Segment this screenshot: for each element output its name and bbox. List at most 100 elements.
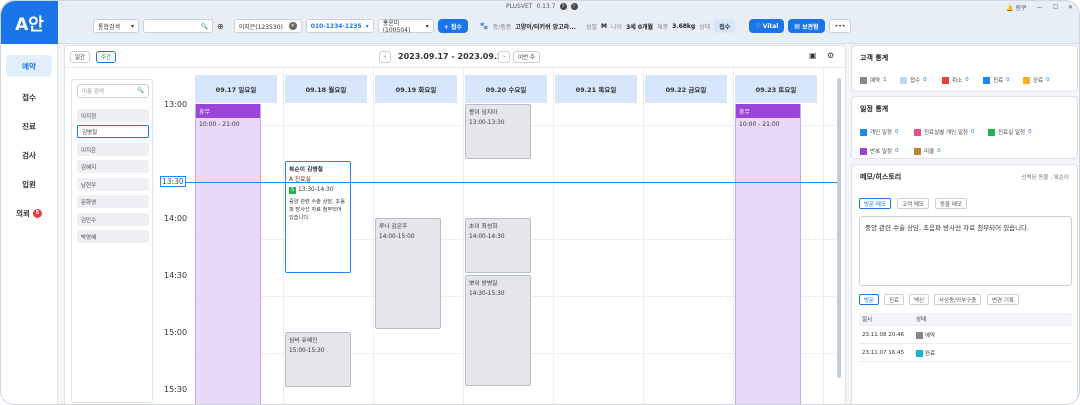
holiday-block[interactable]: 휴무 10:00 - 21:00 (195, 104, 261, 404)
user-menu-label: 원쿠 (1015, 5, 1027, 12)
prev-week-button[interactable]: ‹ (379, 51, 392, 63)
recall-swatch (914, 147, 921, 155)
chevron-down-icon: ▾ (425, 22, 429, 30)
tab-animal-memo[interactable]: 동물 메모 (935, 198, 967, 209)
print-icon[interactable]: ▣ (809, 51, 817, 60)
appointment-title: 심바 유혜진 (289, 338, 318, 344)
day-header: 09.22 금요일 (645, 75, 727, 103)
row-status: 완료 (916, 349, 935, 357)
status-swatch (916, 331, 923, 339)
reserved-swatch (860, 76, 867, 84)
list-item[interactable]: 이지정 (77, 109, 149, 122)
current-time-label: 13:30 (160, 176, 186, 187)
maximize-icon[interactable]: ☐ (1053, 4, 1058, 11)
appointment-card[interactable]: 심바 유혜진 15:00-15:30 (285, 332, 351, 387)
clear-icon[interactable]: ✕ (288, 22, 297, 30)
tab-history-changes[interactable]: 변경 기록 (987, 294, 1019, 305)
age-label: 나이 (611, 23, 623, 31)
search-icon[interactable]: 🔍 (201, 23, 208, 30)
status-badge: 접수 (714, 19, 736, 33)
day-header: 09.17 일요일 (195, 75, 277, 103)
sidebar-item-exam[interactable]: 검사 (1, 141, 57, 170)
appointment-card[interactable]: 몽이 임지아 13:00-13:30 (465, 104, 531, 159)
appointment-title: 뽀이 방병일 (469, 281, 498, 287)
table-row[interactable]: 23.11.08 20:46 예약 (859, 326, 1072, 344)
list-item[interactable]: 김민수 (77, 213, 149, 226)
stat-item: 반복 일정 0 (860, 147, 899, 155)
day-header: 09.21 목요일 (555, 75, 637, 103)
list-item[interactable]: 박영혜 (77, 230, 149, 243)
memo-textarea[interactable]: 중양 관련 수술 상담, 초음파 방사선 자료 첨부되어 있습니다. (859, 216, 1072, 286)
tab-history-treatment[interactable]: 진료 (884, 294, 905, 305)
paw-icon: 🐾 (479, 22, 489, 30)
minimize-icon[interactable]: — (1037, 4, 1043, 11)
appointment-title: 초이 최성희 (469, 224, 498, 230)
personal-swatch (860, 128, 867, 136)
appointment-card[interactable]: 뽀이 방병일 14:30-15:30 (465, 275, 531, 386)
tab-visit-memo[interactable]: 방문 메모 (859, 198, 891, 209)
week-calendar: 13:00 14:00 14:30 15:00 15:30 09.17 일요일 … (160, 68, 837, 404)
room-badge: S (289, 187, 296, 194)
calendar-scrollbar[interactable] (837, 78, 841, 378)
help-icon[interactable]: ? (559, 3, 567, 10)
sidebar-item-treatment[interactable]: 진료 (1, 112, 57, 141)
phone-select[interactable]: 010-1234-1235 ▾ (305, 19, 374, 33)
row-date: 23.11.07 16:45 (862, 349, 905, 356)
tab-history-vaccine[interactable]: 백신 (909, 294, 930, 305)
list-item[interactable]: 이지은 (77, 143, 149, 156)
close-icon[interactable]: ✕ (1068, 4, 1073, 11)
patient-field[interactable]: 이지은(123530) ✕ (233, 19, 302, 33)
holiday-time: 10:00 - 21:00 (199, 121, 240, 128)
tab-history-visit[interactable]: 방문 (859, 294, 880, 305)
storage-label: 보관함 (802, 23, 819, 31)
brand-name: PLUSVET (506, 3, 533, 10)
sidebar-item-label: 의뢰 (16, 209, 30, 218)
weight-value: 3.68kg (672, 22, 696, 30)
appointment-card-selected[interactable]: 복순이 김병철 A 진료실 S 13:30-14:30 중양 관련 수술 상담, … (285, 161, 351, 273)
storage-button[interactable]: ▤ 보관함 (788, 19, 825, 33)
cancel-swatch (942, 76, 949, 84)
stat-count: 0 (1006, 77, 1010, 83)
row-status: 예약 (916, 331, 935, 339)
search-input[interactable]: 🔍 (143, 19, 213, 33)
user-menu[interactable]: 🔔 원쿠 (1006, 3, 1026, 12)
vital-button[interactable]: ♡ Vital (749, 19, 785, 33)
tab-customer-memo[interactable]: 고객 메모 (897, 198, 929, 209)
patient-card-icon[interactable]: ⊕ (217, 22, 224, 31)
info-icon[interactable]: ! (570, 3, 578, 10)
stat-label: 완료 (1033, 78, 1044, 84)
stat-label: 예약 (870, 78, 881, 84)
sidebar-item-admission[interactable]: 입원 (1, 170, 57, 199)
tab-history-parasite[interactable]: 사상충/외부구충 (934, 294, 982, 305)
name-search-input[interactable]: 이름 검색 🔍 (77, 84, 149, 98)
schedule-toolbar: 일간 주간 ‹ 2023.09.17 - 2023.09.23 › 이번 주 ▣… (65, 46, 847, 68)
doctor-select[interactable]: 홍윤미(100504) ▾ (377, 19, 434, 34)
sidebar-item-reception[interactable]: 접수 (1, 83, 57, 112)
column-header: 일시 (862, 317, 873, 323)
list-item[interactable]: 김병철 (77, 125, 149, 138)
stat-label: 개인 일정 (870, 130, 892, 136)
view-day-button[interactable]: 일간 (70, 51, 91, 63)
appointment-card[interactable]: 루나 김은주 14:00-15:00 (375, 218, 441, 329)
list-item[interactable]: 문화영 (77, 195, 149, 208)
list-item[interactable]: 남현우 (77, 178, 149, 191)
next-week-button[interactable]: › (498, 51, 511, 63)
holiday-block[interactable]: 휴무 10:00 - 21:00 (735, 104, 801, 404)
sidebar-item-reservation[interactable]: 예약 (6, 55, 52, 77)
app-logo: A안 (1, 1, 58, 44)
table-row[interactable]: 23.11.07 16:45 완료 (859, 344, 1072, 362)
reception-button[interactable]: + 접수 (437, 19, 468, 33)
sidebar-item-referral[interactable]: 의뢰 5 (1, 199, 57, 228)
appointment-card[interactable]: 초이 최성희 14:00-14:30 (465, 218, 531, 273)
this-week-button[interactable]: 이번 주 (513, 51, 540, 63)
chevron-left-icon: ‹ (384, 54, 387, 60)
time-label: 14:30 (164, 271, 188, 280)
settings-sliders-icon[interactable]: ⚙ (827, 51, 834, 60)
list-item[interactable]: 김혜지 (77, 160, 149, 173)
search-type-select[interactable]: 통합검색 ▾ (93, 19, 139, 33)
more-button[interactable]: ••• (828, 19, 852, 33)
schedule-panel: 일간 주간 ‹ 2023.09.17 - 2023.09.23 › 이번 주 ▣… (64, 45, 847, 404)
time-label: 13:00 (164, 100, 188, 109)
referral-count-badge: 5 (32, 209, 42, 218)
view-week-button[interactable]: 주간 (96, 51, 117, 63)
